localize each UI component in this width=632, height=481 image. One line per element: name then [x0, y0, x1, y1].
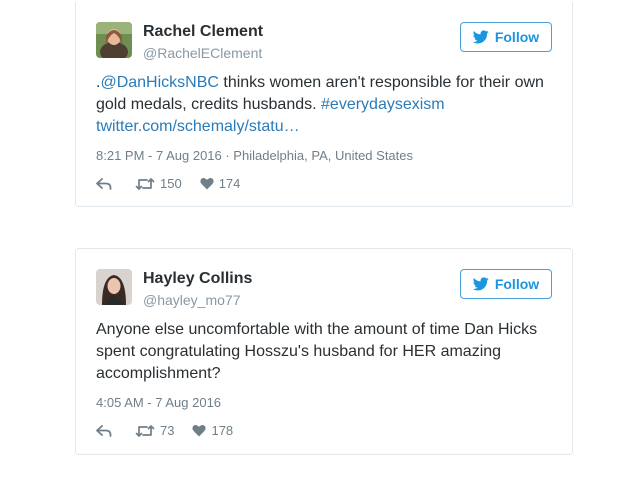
twitter-bird-icon: [472, 30, 489, 44]
like-count: 174: [218, 176, 241, 191]
follow-label: Follow: [494, 29, 540, 45]
heart-icon: [200, 177, 214, 190]
display-name[interactable]: Hayley Collins: [143, 270, 252, 288]
tweet-actions: 150 174: [96, 176, 258, 191]
retweet-count: 73: [160, 423, 175, 438]
retweet-icon: [135, 424, 155, 437]
like-button[interactable]: 178: [192, 423, 233, 438]
follow-button[interactable]: Follow: [460, 22, 552, 52]
tweet-text: Anyone else uncomfortable with the amoun…: [96, 321, 538, 382]
tweet-timestamp[interactable]: 4:05 AM - 7 Aug 2016: [96, 395, 221, 410]
twitter-bird-icon: [472, 277, 489, 291]
tweet-card: Hayley Collins @hayley_mo77 Follow Anyon…: [75, 248, 573, 455]
like-button[interactable]: 174: [200, 176, 241, 191]
tweet-text: .@DanHicksNBC thinks women aren't respon…: [96, 72, 552, 138]
reply-button[interactable]: [96, 177, 117, 191]
retweet-icon: [135, 177, 155, 190]
hashtag-link[interactable]: #everydaysexism: [321, 96, 445, 113]
user-handle[interactable]: @hayley_mo77: [143, 292, 241, 308]
url-link[interactable]: twitter.com/schemaly/statu…: [96, 118, 300, 135]
follow-button[interactable]: Follow: [460, 269, 552, 299]
follow-label: Follow: [494, 276, 540, 292]
reply-button[interactable]: [96, 424, 117, 438]
reply-icon: [96, 177, 112, 190]
retweet-count: 150: [160, 176, 182, 191]
tweet-actions: 73 178: [96, 423, 251, 438]
user-handle[interactable]: @RachelEClement: [143, 45, 262, 61]
avatar[interactable]: [96, 269, 132, 305]
tweet-timestamp[interactable]: 8:21 PM - 7 Aug 2016 · Philadelphia, PA,…: [96, 148, 413, 163]
avatar[interactable]: [96, 22, 132, 58]
retweet-button[interactable]: 73: [135, 423, 174, 438]
retweet-button[interactable]: 150: [135, 176, 182, 191]
like-count: 178: [211, 423, 234, 438]
reply-icon: [96, 424, 112, 437]
mention-link[interactable]: @DanHicksNBC: [100, 74, 218, 91]
tweet-card: Rachel Clement @RachelEClement Follow .@…: [75, 2, 573, 207]
display-name[interactable]: Rachel Clement: [143, 23, 263, 41]
heart-icon: [192, 424, 207, 437]
